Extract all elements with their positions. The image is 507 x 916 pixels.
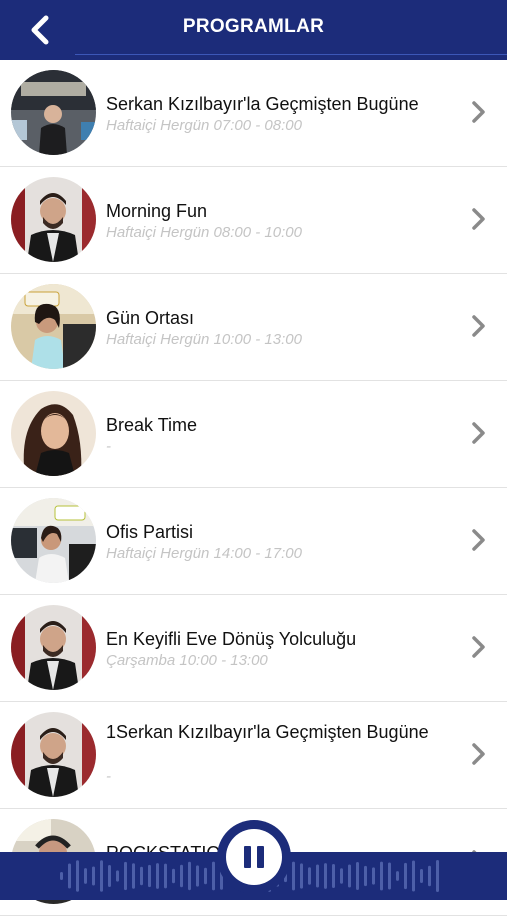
program-row[interactable]: Break Time -: [0, 381, 507, 488]
pause-icon: [244, 846, 251, 868]
chevron-right-icon: [472, 636, 485, 658]
chevron-right-icon: [472, 101, 485, 123]
player-bar: [0, 820, 507, 900]
program-row[interactable]: Gün Ortası Haftaiçi Hergün 10:00 - 13:00: [0, 274, 507, 381]
program-avatar: [11, 605, 96, 690]
program-avatar: [11, 284, 96, 369]
program-row[interactable]: Morning Fun Haftaiçi Hergün 08:00 - 10:0…: [0, 167, 507, 274]
program-avatar: [11, 177, 96, 262]
program-schedule: Haftaiçi Hergün 08:00 - 10:00: [106, 224, 302, 241]
chevron-right-icon: [472, 743, 485, 765]
program-title: Gün Ortası: [106, 308, 195, 328]
program-title: Morning Fun: [106, 201, 208, 221]
program-schedule: Haftaiçi Hergün 07:00 - 08:00: [106, 117, 302, 134]
header-bar: PROGRAMLAR: [0, 0, 507, 60]
chevron-right-icon: [472, 422, 485, 444]
program-schedule: Haftaiçi Hergün 10:00 - 13:00: [106, 331, 302, 348]
program-schedule: Çarşamba 10:00 - 13:00: [106, 652, 268, 669]
program-row[interactable]: Ofis Partisi Haftaiçi Hergün 14:00 - 17:…: [0, 488, 507, 595]
chevron-right-icon: [472, 529, 485, 551]
program-list: Serkan Kızılbayır'la Geçmişten Bugüne Ha…: [0, 60, 507, 916]
chevron-right-icon: [472, 315, 485, 337]
program-avatar: [11, 498, 96, 583]
program-title: En Keyifli Eve Dönüş Yolculuğu: [106, 629, 357, 649]
program-schedule: -: [106, 768, 111, 785]
program-row[interactable]: En Keyifli Eve Dönüş Yolculuğu Çarşamba …: [0, 595, 507, 702]
program-row[interactable]: Serkan Kızılbayır'la Geçmişten Bugüne Ha…: [0, 60, 507, 167]
program-title: Serkan Kızılbayır'la Geçmişten Bugüne: [106, 94, 419, 114]
program-title: Ofis Partisi: [106, 522, 194, 542]
program-title: 1Serkan Kızılbayır'la Geçmişten Bugüne: [106, 722, 429, 742]
program-schedule: -: [106, 438, 111, 455]
program-schedule: Haftaiçi Hergün 14:00 - 17:00: [106, 545, 302, 562]
program-avatar: [11, 70, 96, 155]
program-title: Break Time: [106, 415, 198, 435]
header-divider: [75, 54, 507, 55]
program-avatar: [11, 712, 96, 797]
program-row[interactable]: 1Serkan Kızılbayır'la Geçmişten Bugüne -: [0, 702, 507, 809]
pause-button[interactable]: [217, 820, 291, 894]
chevron-right-icon: [472, 208, 485, 230]
page-title: PROGRAMLAR: [182, 16, 325, 37]
program-avatar: [11, 391, 96, 476]
